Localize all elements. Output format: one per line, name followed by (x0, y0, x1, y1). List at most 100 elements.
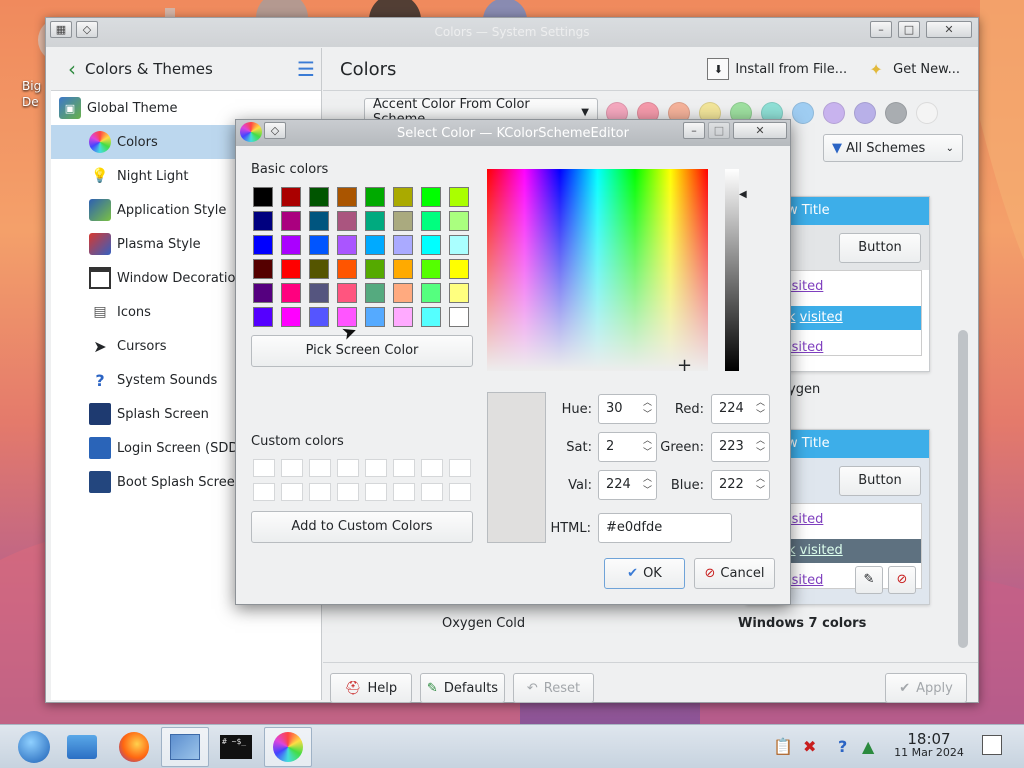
maximize-icon[interactable]: □ (898, 21, 920, 38)
vertical-scrollbar[interactable] (958, 330, 968, 648)
basic-color-swatch[interactable] (365, 235, 385, 255)
pick-screen-color-button[interactable]: Pick Screen Color (251, 335, 473, 367)
basic-color-swatch[interactable] (253, 283, 273, 303)
basic-color-swatch[interactable] (281, 211, 301, 231)
custom-color-swatch[interactable] (281, 483, 303, 501)
red-spinbox[interactable]: 224 ︿ ﹀ (711, 394, 770, 424)
apply-button[interactable]: ✔ Apply (885, 673, 967, 703)
basic-color-swatch[interactable] (365, 283, 385, 303)
get-new-button[interactable]: ✦ Get New... (865, 58, 960, 80)
basic-color-swatch[interactable] (309, 259, 329, 279)
basic-color-swatch[interactable] (309, 187, 329, 207)
custom-color-swatch[interactable] (365, 459, 387, 477)
help-tray-icon[interactable]: ? (838, 737, 847, 756)
basic-color-swatch[interactable] (253, 211, 273, 231)
val-spinbox[interactable]: 224 ︿ ﹀ (598, 470, 657, 500)
task-color-editor[interactable] (264, 727, 312, 767)
task-file-manager[interactable] (58, 727, 106, 767)
html-color-field[interactable]: #e0dfde (598, 513, 732, 543)
clock[interactable]: 18:07 11 Mar 2024 (884, 732, 974, 760)
network-disconnected-icon[interactable]: ✖ (803, 737, 816, 756)
spin-arrows-icon[interactable]: ︿ ﹀ (643, 435, 652, 459)
minimize-icon[interactable]: – (870, 21, 892, 38)
basic-color-swatch[interactable] (253, 259, 273, 279)
basic-color-swatch[interactable] (281, 187, 301, 207)
color-spectrum[interactable]: + (487, 169, 708, 375)
show-desktop-icon[interactable] (982, 735, 1002, 755)
custom-color-swatch[interactable] (421, 483, 443, 501)
task-terminal[interactable]: # ~$_ (212, 727, 260, 767)
basic-color-swatch[interactable] (393, 283, 413, 303)
install-from-file-button[interactable]: ⬇ Install from File... (707, 58, 847, 80)
spin-arrows-icon[interactable]: ︿ ﹀ (756, 473, 765, 497)
basic-color-swatch[interactable] (337, 235, 357, 255)
help-button[interactable]: ⛑ Help (330, 673, 412, 703)
edit-scheme-icon[interactable]: ✎ (855, 566, 883, 594)
task-system-settings[interactable] (161, 727, 209, 767)
custom-color-swatch[interactable] (253, 459, 275, 477)
custom-color-swatch[interactable] (309, 483, 331, 501)
spin-arrows-icon[interactable]: ︿ ﹀ (756, 397, 765, 421)
custom-color-swatch[interactable] (449, 459, 471, 477)
close-icon[interactable]: ✕ (926, 21, 972, 38)
close-icon[interactable]: ✕ (733, 122, 787, 139)
basic-color-swatch[interactable] (309, 283, 329, 303)
defaults-button[interactable]: ✎ Defaults (420, 673, 505, 703)
basic-color-swatch[interactable] (253, 235, 273, 255)
basic-color-swatch[interactable] (449, 283, 469, 303)
basic-color-swatch[interactable] (337, 211, 357, 231)
spin-arrows-icon[interactable]: ︿ ﹀ (643, 397, 652, 421)
accent-color-swatch[interactable] (885, 102, 907, 124)
scheme-filter-combo[interactable]: ▼ All Schemes ⌄ (823, 134, 963, 162)
basic-color-swatch[interactable] (309, 211, 329, 231)
cancel-button[interactable]: ⊘ Cancel (694, 558, 775, 589)
preview-button[interactable]: Button (839, 233, 921, 263)
basic-color-swatch[interactable] (449, 259, 469, 279)
custom-color-swatch[interactable] (421, 459, 443, 477)
basic-color-swatch[interactable] (253, 307, 273, 327)
basic-color-swatch[interactable] (281, 307, 301, 327)
window-titlebar[interactable]: ▦ ◇ Colors — System Settings – □ ✕ (46, 18, 978, 47)
custom-color-swatch[interactable] (393, 459, 415, 477)
basic-color-swatch[interactable] (421, 259, 441, 279)
basic-color-swatch[interactable] (309, 235, 329, 255)
clipboard-icon[interactable]: 📋 (773, 737, 793, 756)
basic-color-swatch[interactable] (421, 187, 441, 207)
accent-color-swatch[interactable] (823, 102, 845, 124)
basic-color-swatch[interactable] (449, 307, 469, 327)
minimize-icon[interactable]: – (683, 122, 705, 139)
remove-scheme-icon[interactable]: ⊘ (888, 566, 916, 594)
custom-color-swatch[interactable] (449, 483, 471, 501)
basic-color-swatch[interactable] (393, 211, 413, 231)
add-to-custom-colors-button[interactable]: Add to Custom Colors (251, 511, 473, 543)
basic-color-swatch[interactable] (365, 259, 385, 279)
back-icon[interactable]: ‹ (59, 57, 85, 81)
basic-color-swatch[interactable] (393, 307, 413, 327)
custom-color-swatch[interactable] (393, 483, 415, 501)
custom-color-swatch[interactable] (309, 459, 331, 477)
basic-color-swatch[interactable] (449, 235, 469, 255)
basic-color-swatch[interactable] (393, 187, 413, 207)
maximize-icon[interactable]: □ (708, 122, 730, 139)
custom-color-swatch[interactable] (337, 483, 359, 501)
custom-color-swatch[interactable] (365, 483, 387, 501)
basic-color-swatch[interactable] (393, 235, 413, 255)
basic-color-swatch[interactable] (337, 283, 357, 303)
hue-spinbox[interactable]: 30 ︿ ﹀ (598, 394, 657, 424)
basic-color-swatch[interactable] (281, 259, 301, 279)
accent-color-swatch[interactable] (792, 102, 814, 124)
basic-color-swatch[interactable] (281, 235, 301, 255)
basic-color-swatch[interactable] (309, 307, 329, 327)
hamburger-menu-icon[interactable]: ☰ (291, 57, 321, 81)
basic-color-swatch[interactable] (281, 283, 301, 303)
sat-spinbox[interactable]: 2 ︿ ﹀ (598, 432, 657, 462)
basic-color-swatch[interactable] (365, 187, 385, 207)
basic-color-swatch[interactable] (421, 307, 441, 327)
start-menu-button[interactable] (10, 727, 58, 767)
basic-color-swatch[interactable] (337, 259, 357, 279)
custom-accent-picker-icon[interactable] (916, 102, 938, 124)
custom-color-swatch[interactable] (337, 459, 359, 477)
basic-color-swatch[interactable] (449, 211, 469, 231)
custom-color-swatch[interactable] (253, 483, 275, 501)
custom-color-swatch[interactable] (281, 459, 303, 477)
